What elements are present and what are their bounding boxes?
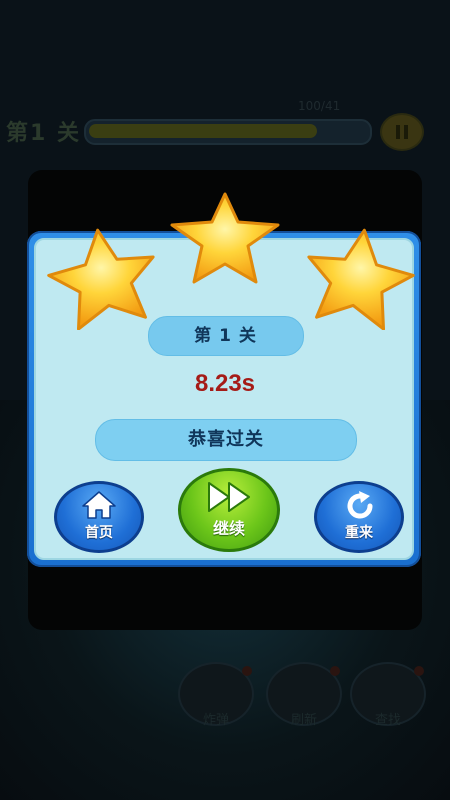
continue-button-label: 继续 xyxy=(212,519,245,538)
level-number: 1 xyxy=(219,326,233,346)
continue-button[interactable]: 继续 xyxy=(178,468,280,552)
tool-badge xyxy=(330,666,340,676)
star-right-icon xyxy=(307,228,415,330)
star-center-icon xyxy=(170,192,280,284)
congrats-banner: 恭喜过关 xyxy=(95,419,357,461)
level-prefix: 第 xyxy=(194,326,214,346)
fast-forward-icon xyxy=(208,482,250,512)
tool-label: 炸弹 xyxy=(202,713,229,728)
tool-refresh-button: 刷新 xyxy=(266,662,342,728)
hud-level-label: 第1 关 xyxy=(6,121,81,146)
tool-bomb-button: 炸弹 xyxy=(178,662,254,728)
hud-progress-bar xyxy=(84,119,372,145)
game-hud: 第1 关 100/41 xyxy=(0,99,450,151)
pause-icon xyxy=(380,113,424,151)
tool-label: 刷新 xyxy=(290,713,317,728)
tool-badge xyxy=(242,666,252,676)
tool-find-button: 查找 xyxy=(350,662,426,728)
tool-badge xyxy=(414,666,424,676)
home-button-label: 首页 xyxy=(85,525,113,541)
hud-progress-fill xyxy=(89,124,317,138)
home-icon xyxy=(82,491,116,519)
level-indicator: 第1关 xyxy=(148,316,304,356)
refresh-icon xyxy=(347,491,373,519)
level-suffix: 关 xyxy=(238,326,258,346)
retry-button-label: 重来 xyxy=(345,525,373,541)
star-left-icon xyxy=(47,228,155,330)
home-button[interactable]: 首页 xyxy=(54,481,144,553)
tool-label: 查找 xyxy=(374,713,401,728)
completion-time: 8.23s xyxy=(194,370,256,397)
retry-button[interactable]: 重来 xyxy=(314,481,404,553)
hud-score: 100/41 xyxy=(298,99,341,113)
